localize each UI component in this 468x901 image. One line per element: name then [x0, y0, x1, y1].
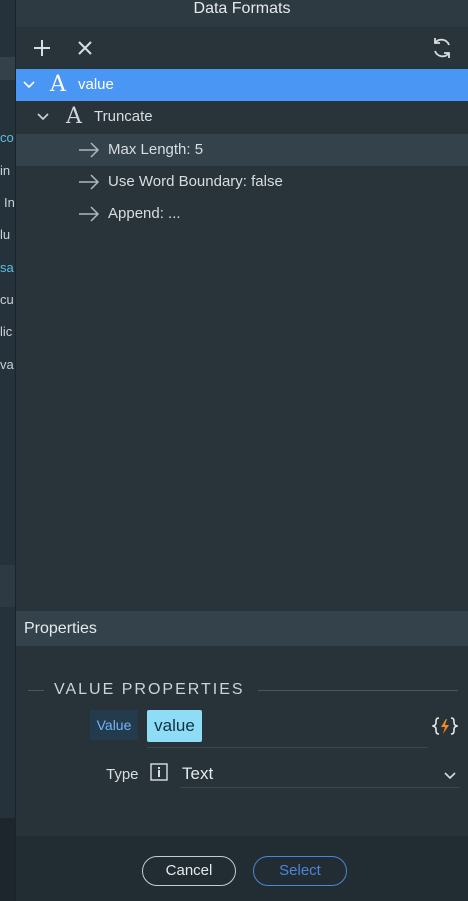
chevron-down-icon — [444, 772, 456, 780]
plus-icon — [34, 40, 50, 56]
background-panel-header — [0, 57, 15, 80]
background-fragment: lu — [0, 227, 11, 242]
properties-header: Properties — [16, 611, 468, 646]
background-fragment: co — [0, 130, 14, 145]
type-select[interactable]: Text — [180, 760, 460, 788]
tree-item-append[interactable]: Append: ... — [16, 198, 468, 230]
divider — [258, 690, 458, 691]
tree-item-use-word-boundary[interactable]: Use Word Boundary: false — [16, 166, 468, 198]
arrow-right-icon — [79, 174, 100, 190]
properties-panel: VALUE PROPERTIES Value value Type Text — [16, 646, 468, 836]
arrow-right-icon — [79, 142, 100, 158]
cancel-button[interactable]: Cancel — [142, 856, 236, 886]
value-input[interactable]: value — [147, 710, 202, 742]
tree-item-label: value — [78, 76, 114, 93]
data-formats-dialog: Data Formats A value A Truncate Max Leng… — [16, 0, 468, 901]
background-fragment: in — [0, 163, 11, 178]
tree-item-label: Use Word Boundary: false — [108, 173, 283, 190]
arrow-right-icon — [79, 206, 100, 222]
background-fragment: sa — [0, 260, 14, 275]
background-panel: co in In lu sa cu lic va — [0, 0, 16, 901]
toolbar — [16, 27, 468, 69]
refresh-icon — [434, 38, 450, 58]
background-fragment: In — [4, 195, 15, 210]
chevron-down-icon — [37, 113, 49, 121]
select-button[interactable]: Select — [253, 856, 347, 886]
section-title: VALUE PROPERTIES — [28, 680, 458, 700]
format-tree: A value A Truncate Max Length: 5 Use Wor… — [16, 69, 468, 611]
divider — [28, 690, 44, 691]
tree-item-label: Append: ... — [108, 205, 181, 222]
tree-item-label: Max Length: 5 — [108, 141, 204, 158]
close-icon — [78, 41, 92, 55]
text-type-icon: A — [66, 104, 82, 129]
section-title-text: VALUE PROPERTIES — [54, 681, 245, 698]
value-label: Value — [90, 710, 138, 740]
dialog-footer: Cancel Select — [16, 836, 468, 901]
dynamic-data-icon — [430, 717, 460, 735]
dynamic-data-button[interactable] — [430, 716, 460, 736]
refresh-button[interactable] — [430, 36, 454, 60]
background-footer — [0, 818, 15, 901]
background-fragment: lic — [0, 324, 13, 339]
tree-item-value[interactable]: A value — [16, 69, 468, 101]
add-button[interactable] — [30, 36, 54, 60]
value-underline — [147, 747, 428, 748]
chevron-down-icon — [23, 81, 35, 89]
background-divider — [0, 565, 15, 607]
tree-item-truncate[interactable]: A Truncate — [16, 101, 468, 133]
background-fragment: cu — [0, 292, 14, 307]
type-label: Type — [106, 766, 139, 783]
tree-item-label: Truncate — [94, 108, 153, 125]
info-icon[interactable] — [150, 763, 168, 781]
remove-button[interactable] — [73, 36, 97, 60]
text-type-icon: A — [50, 72, 66, 97]
tree-item-max-length[interactable]: Max Length: 5 — [16, 134, 468, 166]
background-fragment: va — [0, 357, 14, 372]
type-select-value: Text — [182, 764, 214, 783]
dialog-title: Data Formats — [16, 0, 468, 27]
